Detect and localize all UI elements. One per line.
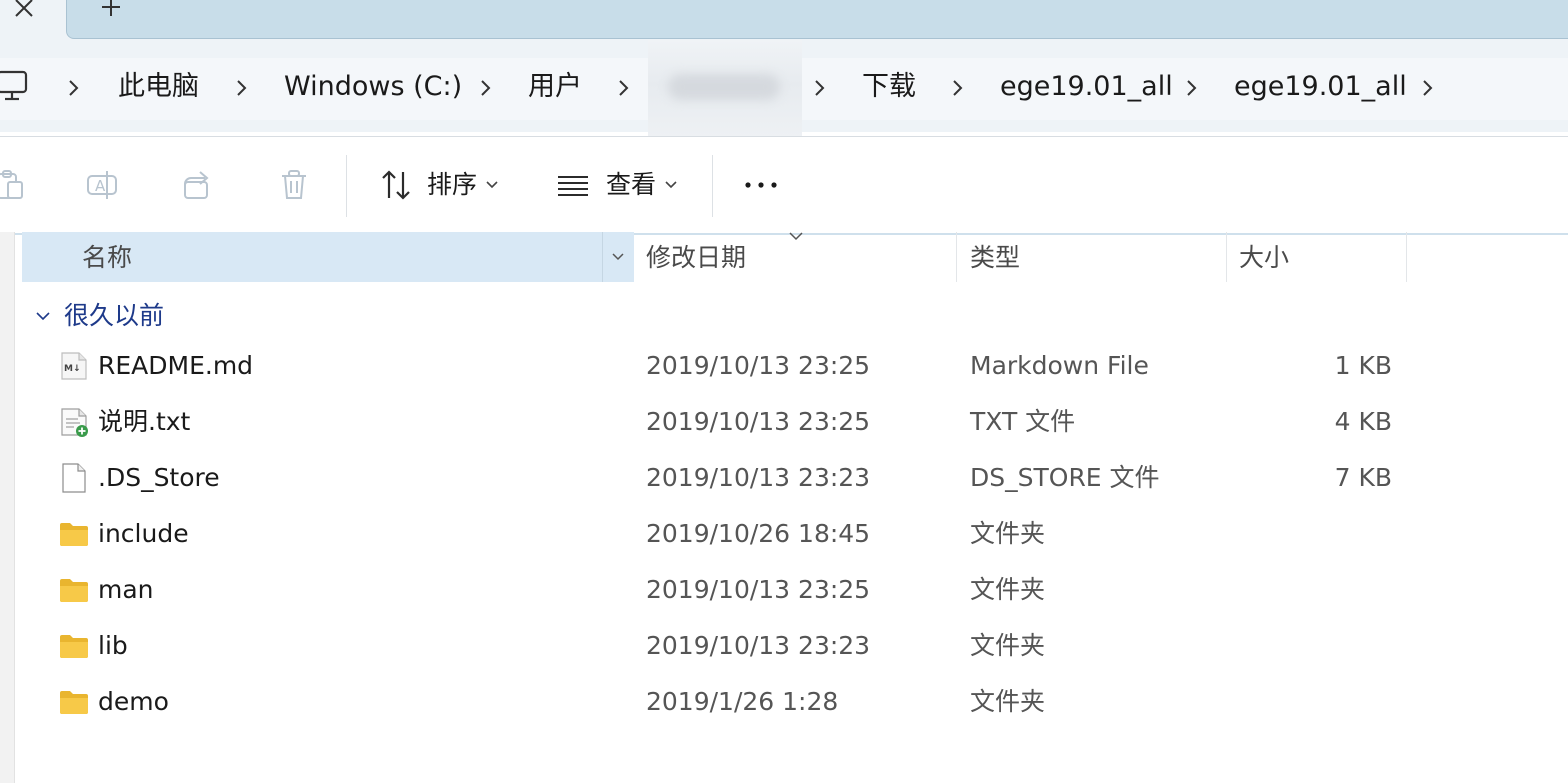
- folder-name[interactable]: include: [98, 516, 189, 552]
- text-file-icon: [61, 408, 88, 437]
- chevron-right-icon[interactable]: [1418, 74, 1438, 102]
- chevron-down-icon[interactable]: [34, 308, 52, 324]
- blank-file-icon: [62, 463, 86, 493]
- chevron-down-icon[interactable]: [610, 249, 626, 265]
- file-modified: 2019/10/13 23:25: [646, 351, 871, 380]
- column-size[interactable]: 大小: [1239, 240, 1289, 276]
- close-icon[interactable]: [6, 0, 40, 26]
- toolbar-divider: [346, 155, 347, 217]
- breadcrumb-drive[interactable]: Windows (C:): [284, 69, 462, 105]
- column-name-label: 名称: [82, 243, 133, 272]
- column-divider[interactable]: [956, 232, 957, 282]
- chevron-right-icon[interactable]: [476, 74, 496, 102]
- breadcrumb-folder[interactable]: ege19.01_all: [1000, 69, 1173, 105]
- breadcrumb-username-redacted[interactable]: [648, 40, 802, 138]
- file-type: 文件夹: [970, 687, 1046, 716]
- sort-descending-icon[interactable]: [788, 230, 804, 244]
- file-modified: 2019/10/26 18:45: [646, 519, 871, 548]
- paste-icon[interactable]: [0, 168, 28, 202]
- file-modified: 2019/10/13 23:23: [646, 463, 871, 492]
- svg-text:M↓: M↓: [64, 364, 81, 374]
- file-type: Markdown File: [970, 351, 1149, 380]
- group-label: 很久以前: [64, 301, 165, 330]
- file-size: 4 KB: [1334, 407, 1392, 436]
- column-header: 名称 修改日期 类型 大小: [22, 232, 1568, 282]
- delete-icon[interactable]: [277, 168, 311, 202]
- folder-icon: [60, 523, 88, 546]
- sort-icon[interactable]: [379, 168, 413, 202]
- chevron-down-icon[interactable]: [484, 177, 500, 193]
- file-type: 文件夹: [970, 575, 1046, 604]
- breadcrumb-current-folder[interactable]: ege19.01_all: [1234, 69, 1407, 105]
- share-icon[interactable]: [181, 168, 215, 202]
- view-button[interactable]: 查看: [606, 167, 656, 203]
- column-type[interactable]: 类型: [970, 240, 1020, 276]
- folder-row[interactable]: demo 2019/1/26 1:28 文件夹: [22, 674, 1568, 730]
- file-name[interactable]: 说明.txt: [98, 404, 190, 440]
- active-tab[interactable]: [66, 0, 1568, 39]
- folder-icon: [60, 691, 88, 714]
- column-modified[interactable]: 修改日期: [646, 240, 746, 276]
- column-name[interactable]: 名称: [22, 232, 634, 282]
- chevron-right-icon[interactable]: [614, 74, 634, 102]
- folder-name[interactable]: lib: [98, 628, 128, 664]
- folder-row[interactable]: man 2019/10/13 23:25 文件夹: [22, 562, 1568, 618]
- navigation-pane-scrollbar[interactable]: [0, 232, 15, 783]
- folder-name[interactable]: man: [98, 572, 154, 608]
- view-icon[interactable]: [556, 168, 590, 202]
- sort-button[interactable]: 排序: [427, 167, 477, 203]
- folder-name[interactable]: demo: [98, 684, 169, 720]
- file-modified: 2019/10/13 23:23: [646, 631, 871, 660]
- folder-icon: [60, 579, 88, 602]
- plus-icon[interactable]: [96, 0, 126, 22]
- chevron-right-icon[interactable]: [64, 74, 84, 102]
- file-modified: 2019/1/26 1:28: [646, 687, 839, 716]
- file-name[interactable]: .DS_Store: [98, 460, 220, 496]
- file-row[interactable]: M↓ README.md 2019/10/13 23:25 Markdown F…: [22, 338, 1568, 394]
- file-row[interactable]: .DS_Store 2019/10/13 23:23 DS_STORE 文件 7…: [22, 450, 1568, 506]
- chevron-right-icon[interactable]: [1182, 74, 1202, 102]
- file-modified: 2019/10/13 23:25: [646, 575, 871, 604]
- command-bar: A 排序 查看: [0, 136, 1568, 235]
- computer-icon[interactable]: [0, 70, 34, 102]
- breadcrumb-downloads[interactable]: 下载: [862, 69, 916, 105]
- breadcrumb-users[interactable]: 用户: [528, 69, 582, 105]
- svg-text:A: A: [95, 177, 106, 195]
- folder-row[interactable]: lib 2019/10/13 23:23 文件夹: [22, 618, 1568, 674]
- more-options-icon[interactable]: [744, 168, 778, 202]
- file-row[interactable]: 说明.txt 2019/10/13 23:25 TXT 文件 4 KB: [22, 394, 1568, 450]
- tab-strip: [0, 0, 1568, 40]
- file-size: 1 KB: [1334, 351, 1392, 380]
- chevron-down-icon[interactable]: [663, 177, 679, 193]
- file-size: 7 KB: [1334, 463, 1392, 492]
- folder-row[interactable]: include 2019/10/26 18:45 文件夹: [22, 506, 1568, 562]
- file-type: 文件夹: [970, 519, 1046, 548]
- markdown-file-icon: M↓: [61, 352, 87, 380]
- folder-icon: [60, 635, 88, 658]
- file-type: TXT 文件: [970, 407, 1076, 436]
- file-type: DS_STORE 文件: [970, 463, 1160, 492]
- breadcrumb-this-pc[interactable]: 此电脑: [118, 69, 199, 105]
- file-modified: 2019/10/13 23:25: [646, 407, 871, 436]
- column-divider[interactable]: [1406, 232, 1407, 282]
- column-divider: [602, 232, 603, 282]
- toolbar-divider: [712, 155, 713, 217]
- chevron-right-icon[interactable]: [232, 74, 252, 102]
- file-name[interactable]: README.md: [98, 348, 253, 384]
- chevron-right-icon[interactable]: [948, 74, 968, 102]
- rename-icon[interactable]: A: [85, 168, 119, 202]
- file-type: 文件夹: [970, 631, 1046, 660]
- chevron-right-icon[interactable]: [810, 74, 830, 102]
- column-divider[interactable]: [1226, 232, 1227, 282]
